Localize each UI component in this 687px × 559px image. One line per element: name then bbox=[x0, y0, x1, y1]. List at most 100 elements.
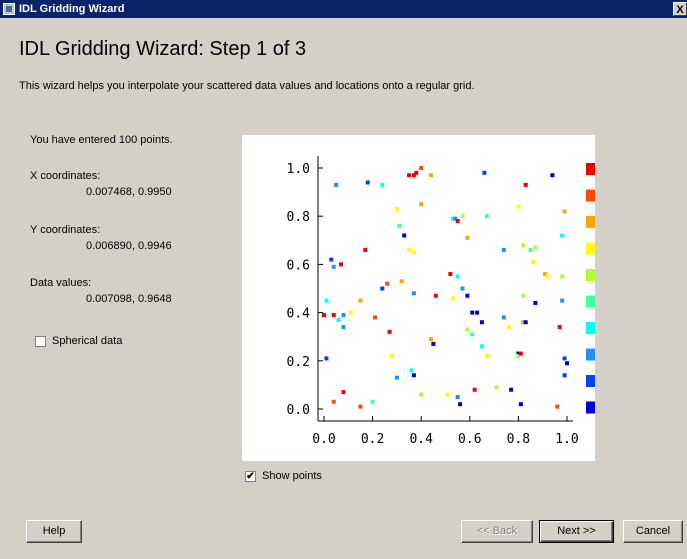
show-points-checkbox[interactable]: ✔ bbox=[245, 470, 256, 482]
data-point bbox=[523, 320, 528, 325]
data-point bbox=[557, 325, 562, 330]
x-tick-label: 1.0 bbox=[555, 432, 578, 447]
data-point bbox=[428, 173, 433, 178]
data-point bbox=[565, 361, 569, 366]
data-point bbox=[470, 310, 475, 315]
data-point bbox=[530, 259, 535, 264]
data-point bbox=[363, 247, 368, 252]
data-point bbox=[450, 296, 455, 301]
data-point bbox=[387, 329, 392, 334]
legend-swatch bbox=[586, 375, 595, 387]
x-coordinates-label: X coordinates: bbox=[30, 170, 101, 182]
spherical-data-option[interactable]: Spherical data bbox=[35, 335, 122, 347]
data-point bbox=[394, 375, 399, 380]
x-tick-label: 0.0 bbox=[312, 432, 335, 447]
data-point bbox=[484, 214, 489, 219]
data-point bbox=[407, 247, 412, 252]
data-point bbox=[460, 214, 465, 219]
data-point bbox=[334, 182, 339, 187]
wizard-description: This wizard helps you interpolate your s… bbox=[19, 80, 475, 92]
data-point bbox=[521, 293, 526, 298]
help-button[interactable]: Help bbox=[26, 520, 82, 543]
data-point bbox=[419, 166, 424, 170]
data-point bbox=[397, 223, 402, 228]
data-point bbox=[523, 182, 528, 187]
data-point bbox=[331, 399, 336, 404]
data-point bbox=[479, 344, 484, 349]
data-point bbox=[411, 373, 416, 378]
data-point bbox=[455, 219, 460, 224]
data-point bbox=[550, 173, 555, 178]
data-point bbox=[331, 264, 336, 269]
data-point bbox=[348, 310, 353, 315]
data-point bbox=[411, 291, 416, 296]
data-point bbox=[336, 317, 341, 322]
data-point bbox=[560, 233, 565, 238]
data-point bbox=[341, 390, 346, 395]
data-point bbox=[324, 298, 329, 303]
y-tick-label: 1.0 bbox=[287, 162, 310, 177]
data-point bbox=[358, 404, 363, 409]
data-point bbox=[409, 368, 414, 373]
y-tick-label: 0.0 bbox=[287, 403, 310, 418]
data-point bbox=[533, 245, 538, 250]
y-tick-label: 0.2 bbox=[287, 355, 310, 370]
legend-swatch bbox=[586, 269, 595, 281]
data-point bbox=[494, 385, 499, 390]
next-button[interactable]: Next >> bbox=[539, 520, 614, 543]
data-point bbox=[445, 392, 450, 397]
x-tick-label: 0.6 bbox=[458, 432, 481, 447]
y-coordinates-label: Y coordinates: bbox=[30, 224, 101, 236]
cancel-button[interactable]: Cancel bbox=[623, 520, 683, 543]
data-point bbox=[509, 387, 514, 392]
data-point bbox=[465, 293, 470, 298]
data-point bbox=[402, 233, 407, 238]
data-point bbox=[506, 325, 511, 330]
data-point bbox=[501, 315, 506, 320]
data-point bbox=[501, 247, 506, 252]
data-point bbox=[399, 279, 404, 284]
data-values-label: Data values: bbox=[30, 277, 92, 289]
data-point bbox=[370, 399, 375, 404]
data-point bbox=[385, 281, 390, 286]
legend-swatch bbox=[586, 401, 595, 414]
data-point bbox=[329, 257, 334, 262]
data-point bbox=[407, 173, 412, 178]
data-point bbox=[516, 204, 521, 209]
data-point bbox=[562, 373, 567, 378]
data-point bbox=[518, 351, 523, 356]
data-point bbox=[458, 402, 463, 407]
y-tick-label: 0.4 bbox=[287, 307, 311, 322]
data-point bbox=[419, 202, 424, 207]
data-point bbox=[484, 353, 489, 358]
data-point bbox=[380, 286, 385, 291]
data-point bbox=[518, 402, 523, 407]
data-values-value: 0.007098, 0.9648 bbox=[86, 293, 172, 305]
data-point bbox=[482, 170, 487, 175]
data-point bbox=[411, 250, 416, 255]
app-icon bbox=[3, 3, 15, 15]
data-point bbox=[562, 209, 567, 214]
x-tick-label: 0.4 bbox=[409, 432, 433, 447]
data-point bbox=[365, 180, 370, 185]
spherical-data-checkbox[interactable] bbox=[35, 335, 46, 347]
y-coordinates-value: 0.006890, 0.9946 bbox=[86, 240, 172, 252]
legend-swatch bbox=[586, 348, 595, 361]
data-point bbox=[455, 394, 460, 399]
data-point bbox=[419, 392, 424, 397]
data-point bbox=[394, 206, 399, 211]
back-button[interactable]: << Back bbox=[461, 520, 533, 543]
data-point bbox=[470, 332, 475, 337]
show-points-label: Show points bbox=[262, 470, 322, 482]
page-title: IDL Gridding Wizard: Step 1 of 3 bbox=[19, 38, 307, 60]
legend-swatch bbox=[586, 295, 595, 308]
show-points-option[interactable]: ✔ Show points bbox=[245, 470, 322, 482]
points-count-text: You have entered 100 points. bbox=[30, 134, 173, 146]
data-point bbox=[460, 286, 465, 291]
data-point bbox=[562, 356, 567, 361]
data-point bbox=[555, 404, 560, 409]
data-point bbox=[533, 300, 538, 305]
data-point bbox=[373, 315, 378, 320]
close-button[interactable]: X bbox=[673, 2, 687, 16]
data-point bbox=[380, 182, 385, 187]
